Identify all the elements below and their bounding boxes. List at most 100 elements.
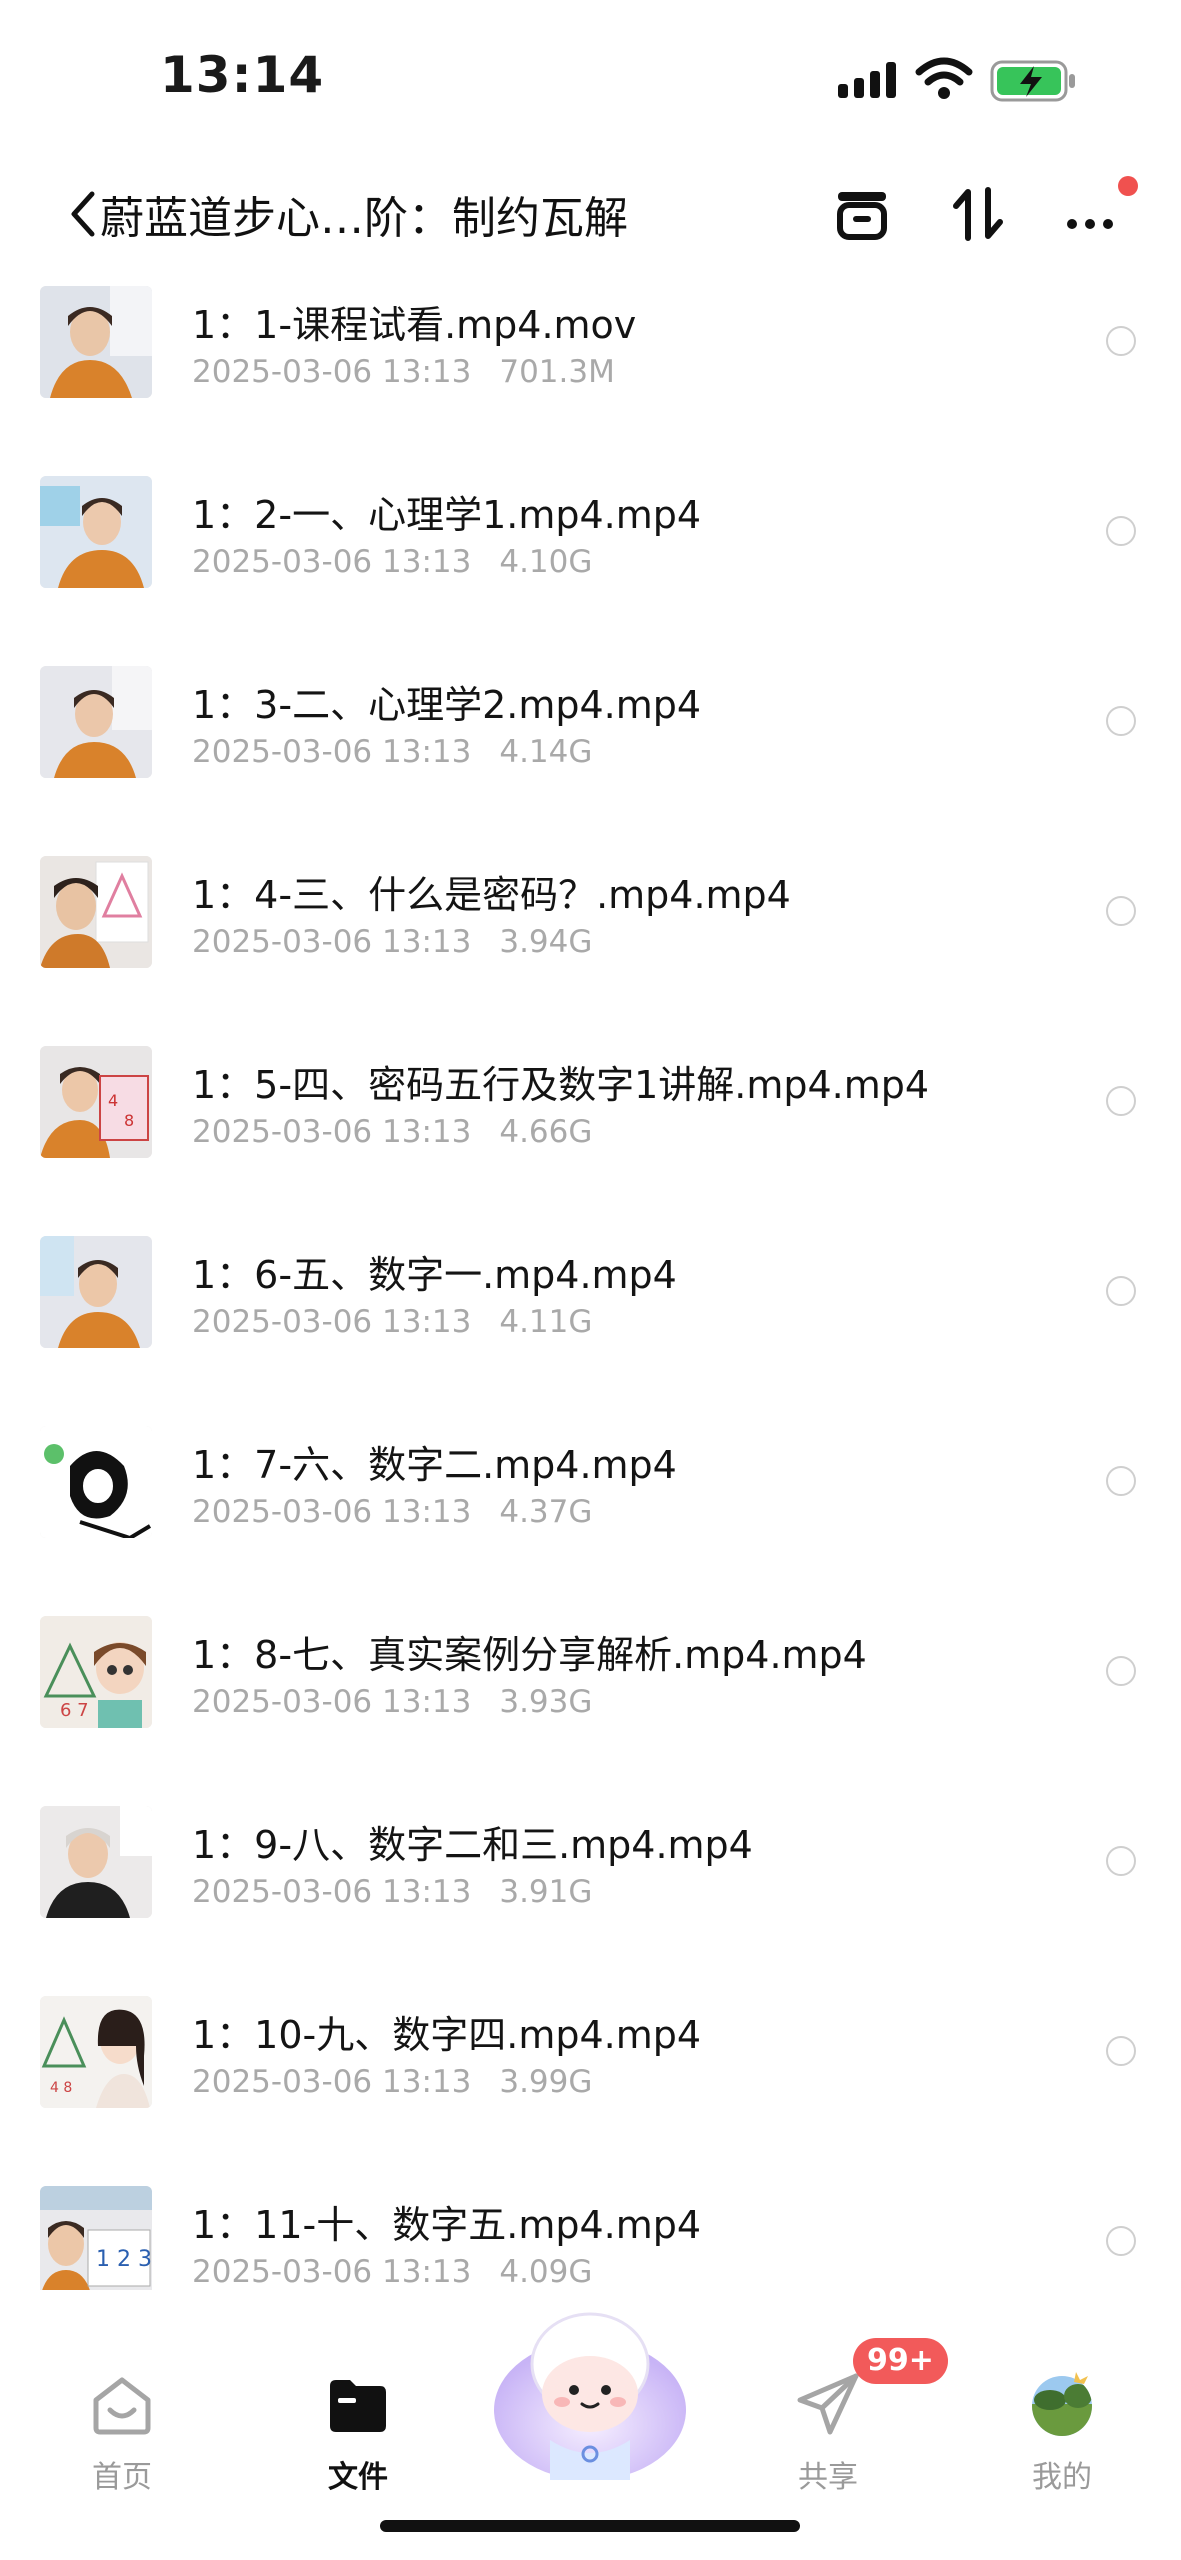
file-date: 2025-03-06 13:13 [192, 1304, 472, 1340]
list-item[interactable]: 1：2-一、心理学1.mp4.mp4 2025-03-06 13:13 4.10G [0, 468, 1181, 658]
video-thumbnail [40, 856, 152, 968]
file-size: 4.09G [499, 2254, 593, 2290]
page-title: 蔚蓝道步心…阶：制约瓦解 [100, 193, 628, 244]
svg-text:4 8: 4 8 [50, 2080, 72, 2096]
file-name: 1：3-二、心理学2.mp4.mp4 [192, 683, 702, 727]
select-radio[interactable] [1106, 1276, 1136, 1306]
assistant-mascot-icon[interactable] [490, 2290, 690, 2490]
file-name: 1：10-九、数字四.mp4.mp4 [192, 2013, 702, 2057]
tab-label: 共享 [798, 2460, 858, 2495]
status-time: 13:14 [160, 46, 325, 104]
video-thumbnail [40, 476, 152, 588]
file-size: 3.94G [499, 924, 593, 960]
share-count-badge: 99+ [853, 2338, 948, 2384]
file-name: 1：5-四、密码五行及数字1讲解.mp4.mp4 [192, 1063, 930, 1107]
list-item[interactable]: 6 7 1：8-七、真实案例分享解析.mp4.mp4 2025-03-06 13… [0, 1608, 1181, 1798]
tab-files[interactable]: 文件 [288, 2350, 428, 2500]
list-item[interactable]: 48 1：5-四、密码五行及数字1讲解.mp4.mp4 2025-03-06 1… [0, 1038, 1181, 1228]
select-radio[interactable] [1106, 896, 1136, 926]
file-meta: 2025-03-06 13:13 4.09G [192, 2254, 592, 2290]
file-name: 1：6-五、数字一.mp4.mp4 [192, 1253, 677, 1297]
file-size: 3.91G [499, 1874, 593, 1910]
tab-label: 文件 [328, 2460, 388, 2495]
file-size: 3.93G [499, 1684, 593, 1720]
video-thumbnail [40, 1806, 152, 1918]
list-item[interactable]: 1：7-六、数字二.mp4.mp4 2025-03-06 13:13 4.37G [0, 1418, 1181, 1608]
file-date: 2025-03-06 13:13 [192, 1114, 472, 1150]
wifi-icon [915, 57, 973, 99]
status-bar: 13:14 [0, 0, 1181, 150]
header: 蔚蓝道步心…阶：制约瓦解 [0, 160, 1181, 270]
select-radio[interactable] [1106, 326, 1136, 356]
battery-charging-icon [990, 60, 1075, 102]
file-meta: 2025-03-06 13:13 4.10G [192, 544, 592, 580]
file-size: 4.10G [499, 544, 593, 580]
list-item[interactable]: 4 8 1：10-九、数字四.mp4.mp4 2025-03-06 13:13 3… [0, 1988, 1181, 2178]
file-size: 4.11G [499, 1304, 593, 1340]
file-size: 4.14G [499, 734, 593, 770]
video-thumbnail: 4 8 [40, 1996, 152, 2108]
file-meta: 2025-03-06 13:13 701.3M [192, 354, 615, 390]
file-size: 4.66G [499, 1114, 593, 1150]
file-date: 2025-03-06 13:13 [192, 924, 472, 960]
file-date: 2025-03-06 13:13 [192, 1874, 472, 1910]
tab-label: 我的 [1032, 2460, 1092, 2495]
video-thumbnail: 6 7 [40, 1616, 152, 1728]
video-thumbnail [40, 1426, 152, 1538]
svg-text:4: 4 [108, 1091, 118, 1110]
video-thumbnail: 48 [40, 1046, 152, 1158]
select-radio[interactable] [1106, 706, 1136, 736]
tab-me[interactable]: 我的 [992, 2350, 1132, 2500]
file-meta: 2025-03-06 13:13 4.11G [192, 1304, 592, 1340]
select-radio[interactable] [1106, 2036, 1136, 2066]
file-name: 1：9-八、数字二和三.mp4.mp4 [192, 1823, 753, 1867]
video-thumbnail [40, 666, 152, 778]
list-item[interactable]: 1：9-八、数字二和三.mp4.mp4 2025-03-06 13:13 3.91… [0, 1798, 1181, 1988]
file-name: 1：7-六、数字二.mp4.mp4 [192, 1443, 677, 1487]
svg-text:8: 8 [124, 1111, 134, 1130]
list-item[interactable]: 1：6-五、数字一.mp4.mp4 2025-03-06 13:13 4.11G [0, 1228, 1181, 1418]
list-item[interactable]: 1：1-课程试看.mp4.mov 2025-03-06 13:13 701.3M [0, 278, 1181, 468]
file-date: 2025-03-06 13:13 [192, 354, 472, 390]
tab-home[interactable]: 首页 [52, 2350, 192, 2500]
file-size: 4.37G [499, 1494, 593, 1530]
file-name: 1：11-十、数字五.mp4.mp4 [192, 2203, 702, 2247]
select-radio[interactable] [1106, 1846, 1136, 1876]
file-date: 2025-03-06 13:13 [192, 1684, 472, 1720]
file-meta: 2025-03-06 13:13 3.99G [192, 2064, 592, 2100]
file-name: 1：4-三、什么是密码？.mp4.mp4 [192, 873, 791, 917]
archive-icon[interactable] [826, 178, 898, 250]
chevron-left-icon[interactable] [66, 188, 100, 240]
sort-icon[interactable] [942, 178, 1014, 250]
select-radio[interactable] [1106, 2226, 1136, 2256]
home-indicator [380, 2520, 800, 2532]
svg-text:1 2 3: 1 2 3 [96, 2247, 152, 2272]
home-icon [93, 2377, 151, 2435]
file-meta: 2025-03-06 13:13 3.94G [192, 924, 592, 960]
file-date: 2025-03-06 13:13 [192, 544, 472, 580]
file-size: 701.3M [499, 354, 615, 390]
file-meta: 2025-03-06 13:13 4.37G [192, 1494, 592, 1530]
select-radio[interactable] [1106, 1466, 1136, 1496]
list-item[interactable]: 1：4-三、什么是密码？.mp4.mp4 2025-03-06 13:13 3.9… [0, 848, 1181, 1038]
file-meta: 2025-03-06 13:13 3.93G [192, 1684, 592, 1720]
file-date: 2025-03-06 13:13 [192, 2254, 472, 2290]
file-meta: 2025-03-06 13:13 4.66G [192, 1114, 592, 1150]
file-date: 2025-03-06 13:13 [192, 734, 472, 770]
avatar [1032, 2372, 1092, 2436]
notification-dot [1118, 176, 1138, 196]
select-radio[interactable] [1106, 1086, 1136, 1116]
video-thumbnail [40, 286, 152, 398]
folder-icon [330, 2380, 386, 2432]
file-meta: 2025-03-06 13:13 4.14G [192, 734, 592, 770]
file-name: 1：8-七、真实案例分享解析.mp4.mp4 [192, 1633, 867, 1677]
list-item[interactable]: 1：3-二、心理学2.mp4.mp4 2025-03-06 13:13 4.14G [0, 658, 1181, 848]
tab-label: 首页 [92, 2460, 152, 2495]
file-date: 2025-03-06 13:13 [192, 1494, 472, 1530]
select-radio[interactable] [1106, 1656, 1136, 1686]
cellular-signal-icon [838, 62, 900, 98]
video-thumbnail [40, 1236, 152, 1348]
file-size: 3.99G [499, 2064, 593, 2100]
file-name: 1：1-课程试看.mp4.mov [192, 303, 637, 347]
select-radio[interactable] [1106, 516, 1136, 546]
